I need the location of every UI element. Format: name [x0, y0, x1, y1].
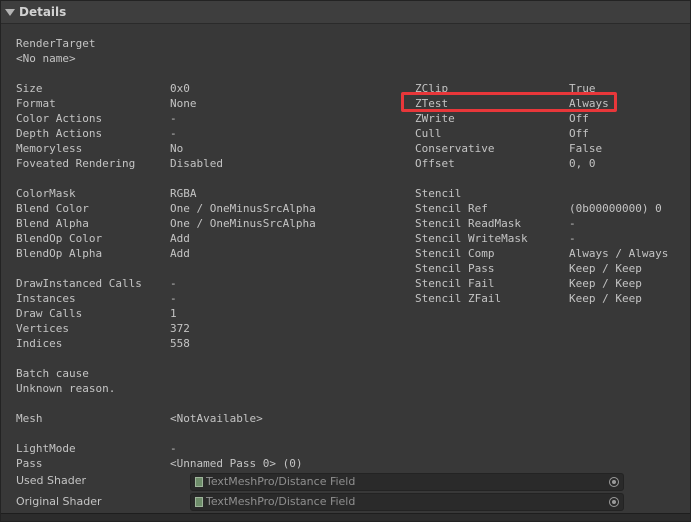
stencil-comp-value: Always / Always	[569, 247, 669, 260]
zwrite-label: ZWrite	[415, 112, 455, 125]
mesh-value: <NotAvailable>	[170, 412, 263, 425]
draw-calls-value: 1	[170, 307, 177, 320]
instances-label: Instances	[16, 292, 76, 305]
size-label: Size	[16, 82, 43, 95]
stencil-ref-label: Stencil Ref	[415, 202, 488, 215]
blend-alpha-value: One / OneMinusSrcAlpha	[170, 217, 316, 230]
render-target-label: RenderTarget	[16, 37, 96, 50]
color-actions-label: Color Actions	[16, 112, 103, 125]
colormask-value: RGBA	[170, 187, 197, 200]
stencil-label: Stencil	[415, 187, 462, 200]
depth-actions-value: -	[170, 127, 177, 140]
foldout-arrow-icon[interactable]	[5, 9, 15, 16]
vertices-value: 372	[170, 322, 190, 335]
indices-value: 558	[170, 337, 190, 350]
blendop-alpha-value: Add	[170, 247, 190, 260]
size-value: 0x0	[170, 82, 190, 95]
shader-icon	[195, 477, 203, 487]
indices-label: Indices	[16, 337, 63, 350]
format-value: None	[170, 97, 197, 110]
vertices-label: Vertices	[16, 322, 69, 335]
zwrite-value: Off	[569, 112, 589, 125]
cull-value: Off	[569, 127, 589, 140]
cull-label: Cull	[415, 127, 442, 140]
foveated-rendering-label: Foveated Rendering	[16, 157, 136, 170]
color-actions-value: -	[170, 112, 177, 125]
stencil-writemask-label: Stencil WriteMask	[415, 232, 528, 245]
object-picker-icon[interactable]	[609, 477, 619, 487]
stencil-zfail-label: Stencil ZFail	[415, 292, 502, 305]
conservative-label: Conservative	[415, 142, 495, 155]
stencil-writemask-value: -	[569, 232, 576, 245]
offset-value: 0, 0	[569, 157, 596, 170]
details-title: Details	[19, 5, 67, 19]
ztest-highlight-box	[401, 92, 617, 112]
instances-value: -	[170, 292, 177, 305]
blend-color-label: Blend Color	[16, 202, 89, 215]
blend-color-value: One / OneMinusSrcAlpha	[170, 202, 316, 215]
lightmode-label: LightMode	[16, 442, 76, 455]
original-shader-label: Original Shader	[16, 495, 102, 508]
stencil-readmask-label: Stencil ReadMask	[415, 217, 521, 230]
mesh-label: Mesh	[16, 412, 43, 425]
conservative-value: False	[569, 142, 603, 155]
depth-actions-label: Depth Actions	[16, 127, 103, 140]
batch-cause-value: Unknown reason.	[16, 382, 116, 395]
original-shader-field[interactable]: TextMeshPro/Distance Field	[190, 493, 624, 511]
stencil-zfail-value: Keep / Keep	[569, 292, 642, 305]
frame-debugger-details-panel: Details RenderTarget <No name> Size 0x0 …	[0, 0, 691, 522]
lightmode-value: -	[170, 442, 177, 455]
used-shader-label: Used Shader	[16, 474, 86, 487]
horizontal-scrollbar[interactable]	[1, 513, 690, 521]
blendop-color-value: Add	[170, 232, 190, 245]
memoryless-value: No	[170, 142, 184, 155]
stencil-readmask-value: -	[569, 217, 576, 230]
foveated-rendering-value: Disabled	[170, 157, 223, 170]
stencil-fail-value: Keep / Keep	[569, 277, 642, 290]
original-shader-value: TextMeshPro/Distance Field	[206, 495, 356, 508]
object-picker-icon[interactable]	[609, 497, 619, 507]
blendop-color-label: BlendOp Color	[16, 232, 103, 245]
colormask-label: ColorMask	[16, 187, 76, 200]
memoryless-label: Memoryless	[16, 142, 83, 155]
blend-alpha-label: Blend Alpha	[16, 217, 89, 230]
stencil-pass-label: Stencil Pass	[415, 262, 495, 275]
draw-calls-label: Draw Calls	[16, 307, 83, 320]
pass-label: Pass	[16, 457, 43, 470]
drawinstanced-calls-label: DrawInstanced Calls	[16, 277, 142, 290]
blendop-alpha-label: BlendOp Alpha	[16, 247, 103, 260]
batch-cause-label: Batch cause	[16, 367, 89, 380]
stencil-fail-label: Stencil Fail	[415, 277, 495, 290]
pass-value: <Unnamed Pass 0> (0)	[170, 457, 303, 470]
used-shader-value: TextMeshPro/Distance Field	[206, 475, 356, 488]
stencil-comp-label: Stencil Comp	[415, 247, 495, 260]
offset-label: Offset	[415, 157, 455, 170]
details-foldout-header[interactable]: Details	[1, 1, 690, 24]
drawinstanced-calls-value: -	[170, 277, 177, 290]
format-label: Format	[16, 97, 56, 110]
shader-icon	[195, 497, 203, 507]
stencil-pass-value: Keep / Keep	[569, 262, 642, 275]
stencil-ref-value: (0b00000000) 0	[569, 202, 662, 215]
render-target-value: <No name>	[16, 52, 76, 65]
used-shader-field[interactable]: TextMeshPro/Distance Field	[190, 473, 624, 491]
